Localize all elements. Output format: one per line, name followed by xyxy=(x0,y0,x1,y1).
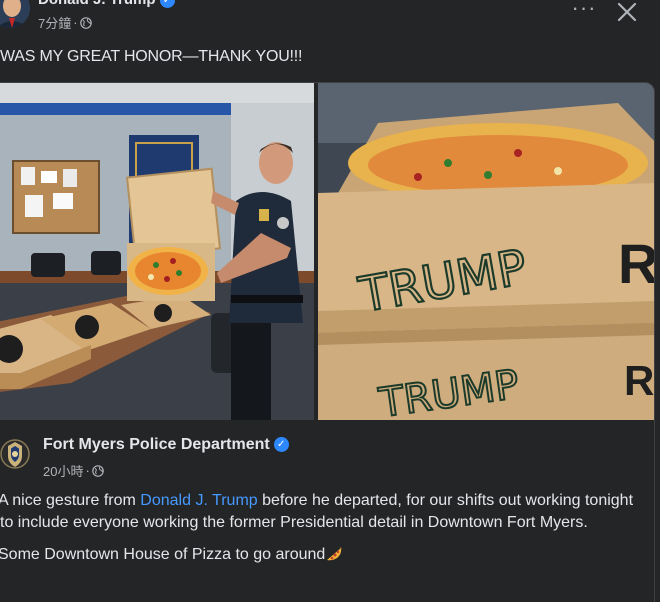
post-text: WAS MY GREAT HONOR—THANK YOU!!! xyxy=(0,48,303,65)
shared-post-meta: 20小時 · xyxy=(43,461,104,480)
more-options-button[interactable]: ··· xyxy=(570,0,598,24)
shared-body-paragraph-2: Some Downtown House of Pizza to go aroun… xyxy=(0,544,640,566)
author-name-text[interactable]: Donald J. Trump xyxy=(38,0,156,8)
shared-author-name[interactable]: Fort Myers Police Department ✓ xyxy=(43,436,289,454)
close-icon xyxy=(617,2,637,22)
photo-officer-with-pizza[interactable] xyxy=(0,83,314,420)
body-line-2: Some Downtown House of Pizza to go aroun… xyxy=(0,546,326,563)
pizza-boxes-photo-image: R R TRUMP TRUMP xyxy=(318,83,655,420)
meta-separator: · xyxy=(73,15,78,30)
police-badge-icon xyxy=(0,439,30,469)
mention-link[interactable]: Donald J. Trump xyxy=(140,492,257,509)
verified-badge-icon: ✓ xyxy=(159,0,175,8)
body-prefix: A nice gesture from xyxy=(0,492,141,509)
shared-post-time[interactable]: 20小時 xyxy=(43,461,83,480)
author-avatar[interactable] xyxy=(0,0,30,28)
post-time[interactable]: 7分鐘 xyxy=(38,13,71,32)
author-name[interactable]: Donald J. Trump✓ xyxy=(38,0,175,8)
close-button[interactable] xyxy=(614,0,640,25)
shared-author-avatar[interactable] xyxy=(0,436,30,472)
shared-body-paragraph-1: A nice gesture from Donald J. Trump befo… xyxy=(0,490,640,534)
avatar-image xyxy=(0,0,30,28)
post-header: Donald J. Trump✓ 7分鐘 · ··· xyxy=(0,0,660,40)
shared-verified-badge-icon: ✓ xyxy=(273,437,289,453)
post-meta: 7分鐘 · xyxy=(38,13,92,32)
shared-post-body: A nice gesture from Donald J. Trump befo… xyxy=(0,490,640,576)
box-brand-bottom: R xyxy=(624,357,654,404)
officer-photo-image xyxy=(0,83,314,420)
globe-icon xyxy=(79,16,92,29)
shared-author-name-text[interactable]: Fort Myers Police Department xyxy=(43,436,270,453)
shared-meta-separator: · xyxy=(85,463,90,478)
box-brand-top: R xyxy=(618,232,655,295)
photo-trump-pizza-boxes[interactable]: R R TRUMP TRUMP xyxy=(318,83,655,420)
pizza-icon xyxy=(327,547,343,561)
shared-globe-icon xyxy=(92,464,104,477)
